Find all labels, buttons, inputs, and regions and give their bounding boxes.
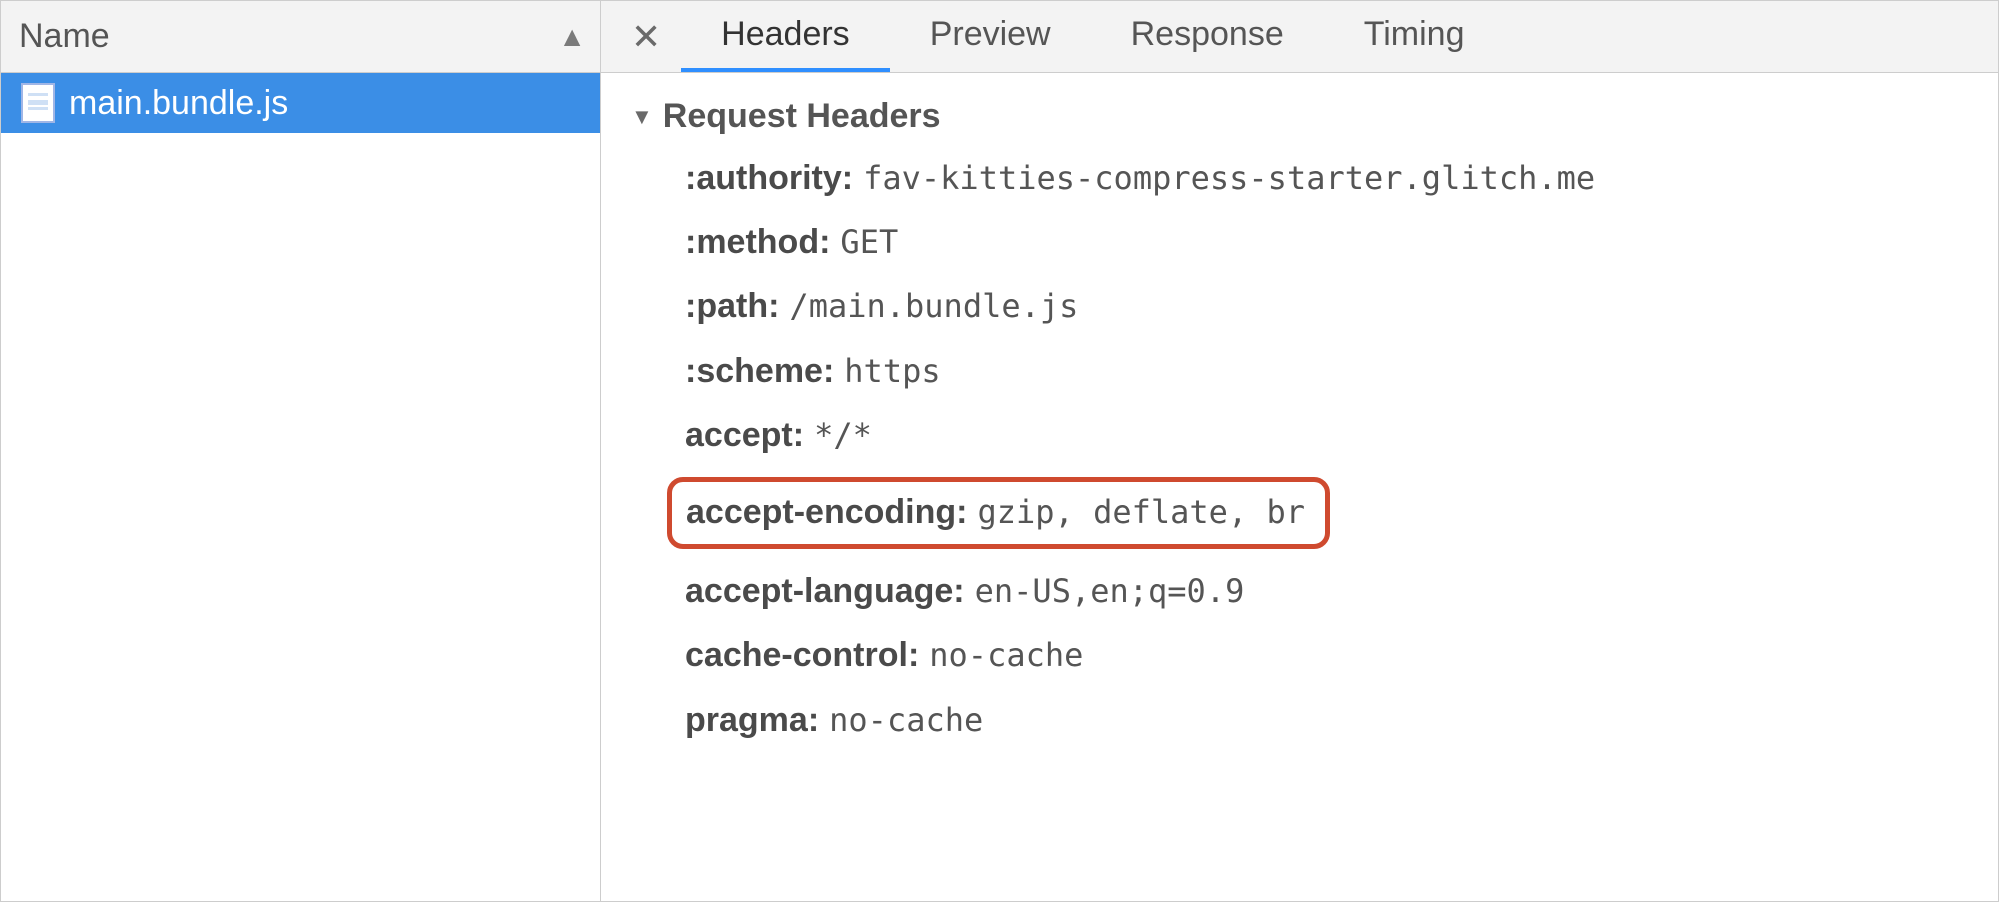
header-name: pragma: <box>685 698 819 742</box>
header-name: cache-control: <box>685 633 919 677</box>
header-value: */* <box>814 415 872 457</box>
header-method[interactable]: :method: GET <box>685 220 1968 264</box>
header-accept[interactable]: accept: */* <box>685 413 1968 457</box>
request-headers-section[interactable]: ▼ Request Headers <box>631 97 1968 136</box>
header-name: :path: <box>685 284 779 328</box>
header-name: accept-encoding: <box>686 490 967 534</box>
header-value: no-cache <box>829 700 983 742</box>
header-name: :scheme: <box>685 349 834 393</box>
header-value: gzip, deflate, br <box>977 492 1305 534</box>
network-request-list: Name ▲ main.bundle.js <box>1 1 601 901</box>
header-value: GET <box>840 222 898 264</box>
headers-panel: ▼ Request Headers :authority: fav-kittie… <box>601 73 1998 901</box>
header-value: https <box>844 351 940 393</box>
header-scheme[interactable]: :scheme: https <box>685 349 1968 393</box>
request-headers-list: :authority: fav-kitties-compress-starter… <box>631 136 1968 742</box>
close-icon[interactable]: ✕ <box>631 16 681 58</box>
header-value: en-US,en;q=0.9 <box>975 571 1245 613</box>
header-name: accept-language: <box>685 569 965 613</box>
tab-response[interactable]: Response <box>1091 1 1324 72</box>
header-name: :authority: <box>685 156 853 200</box>
header-accept-language[interactable]: accept-language: en-US,en;q=0.9 <box>685 569 1968 613</box>
header-value: /main.bundle.js <box>789 286 1078 328</box>
tab-timing-label: Timing <box>1364 15 1465 54</box>
sort-ascending-icon: ▲ <box>558 21 586 53</box>
request-details-pane: ✕ Headers Preview Response Timing ▼ Requ… <box>601 1 1998 901</box>
header-pragma[interactable]: pragma: no-cache <box>685 698 1968 742</box>
header-value: no-cache <box>929 635 1083 677</box>
tab-timing[interactable]: Timing <box>1324 1 1505 72</box>
section-title: Request Headers <box>663 97 941 136</box>
header-cache-control[interactable]: cache-control: no-cache <box>685 633 1968 677</box>
header-name: accept: <box>685 413 804 457</box>
request-list-header[interactable]: Name ▲ <box>1 1 600 73</box>
tab-headers-label: Headers <box>721 15 850 54</box>
highlighted-header-annotation: accept-encoding: gzip, deflate, br <box>667 477 1330 549</box>
header-accept-encoding[interactable]: accept-encoding: gzip, deflate, br <box>686 490 1305 534</box>
header-path[interactable]: :path: /main.bundle.js <box>685 284 1968 328</box>
request-file-name: main.bundle.js <box>69 84 288 123</box>
devtools-network-panel: Name ▲ main.bundle.js ✕ Headers Preview … <box>0 0 1999 902</box>
tab-response-label: Response <box>1131 15 1284 54</box>
tab-headers[interactable]: Headers <box>681 1 890 72</box>
header-authority[interactable]: :authority: fav-kitties-compress-starter… <box>685 156 1968 200</box>
request-list-body <box>1 133 600 901</box>
details-tabbar: ✕ Headers Preview Response Timing <box>601 1 1998 73</box>
column-name-header: Name <box>19 17 558 56</box>
request-row-main-bundle[interactable]: main.bundle.js <box>1 73 600 133</box>
tab-preview[interactable]: Preview <box>890 1 1091 72</box>
tab-preview-label: Preview <box>930 15 1051 54</box>
header-name: :method: <box>685 220 830 264</box>
chevron-down-icon: ▼ <box>631 104 653 130</box>
file-icon <box>21 83 55 123</box>
header-value: fav-kitties-compress-starter.glitch.me <box>863 158 1595 200</box>
